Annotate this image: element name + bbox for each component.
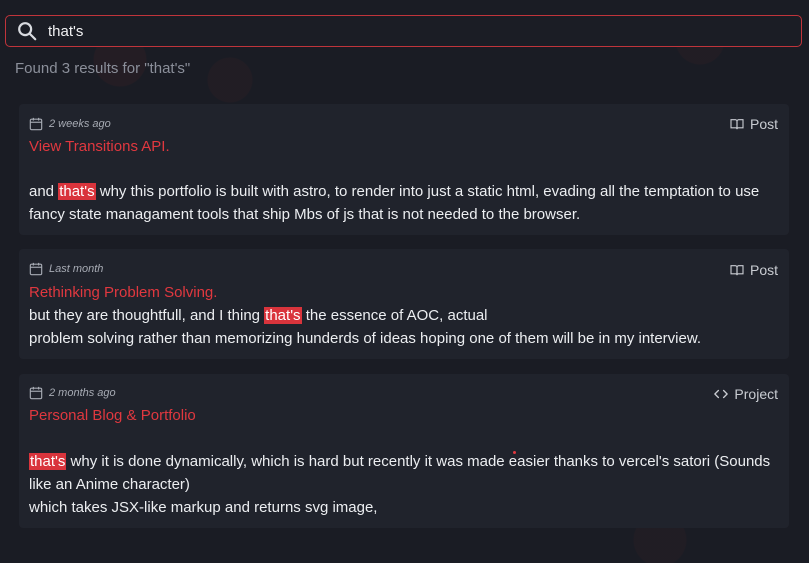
calendar-icon xyxy=(29,262,43,276)
snippet-text: the essence of AOC, actual xyxy=(301,307,488,324)
search-bar[interactable] xyxy=(5,15,802,47)
result-type-label: Post xyxy=(749,116,778,132)
book-icon xyxy=(730,119,744,130)
result-title[interactable]: Personal Blog & Portfolio xyxy=(29,407,196,424)
search-input[interactable] xyxy=(40,15,801,47)
result-date: Last month xyxy=(49,263,104,275)
cursor-dot xyxy=(513,451,516,454)
result-date: 2 months ago xyxy=(49,387,116,399)
book-icon xyxy=(730,265,744,276)
code-icon xyxy=(714,389,729,399)
match-highlight: that's xyxy=(264,307,302,324)
snippet-text: problem solving rather than memorizing h… xyxy=(29,330,702,347)
result-card[interactable]: Last month Post Rethinking Problem Solvi… xyxy=(19,249,789,359)
result-meta: Last month xyxy=(29,262,103,276)
result-card[interactable]: 2 weeks ago Post View Transitions API. a… xyxy=(19,104,789,235)
result-snippet: that's why it is done dynamically, which… xyxy=(29,450,781,519)
calendar-icon xyxy=(29,117,43,131)
snippet-text: why it is done dynamically, which is har… xyxy=(29,453,771,493)
result-snippet: but they are thoughtfull, and I thing th… xyxy=(29,304,781,350)
result-title[interactable]: View Transitions API. xyxy=(29,138,170,155)
result-meta: 2 weeks ago xyxy=(29,117,111,131)
snippet-text: why this portfolio is built with astro, … xyxy=(29,183,760,223)
result-type: Post xyxy=(730,116,778,132)
result-date: 2 weeks ago xyxy=(49,118,111,130)
result-meta: 2 months ago xyxy=(29,386,116,400)
result-title[interactable]: Rethinking Problem Solving. xyxy=(29,284,217,301)
results-count: Found 3 results for "that's" xyxy=(15,60,191,77)
result-type-label: Post xyxy=(749,262,778,278)
result-type: Post xyxy=(730,262,778,278)
result-type-label: Project xyxy=(734,386,778,402)
calendar-icon xyxy=(29,386,43,400)
result-type: Project xyxy=(714,386,778,402)
snippet-text: and xyxy=(29,183,59,200)
result-card[interactable]: 2 months ago Project Personal Blog & Por… xyxy=(19,374,789,528)
result-snippet: and that's why this portfolio is built w… xyxy=(29,180,781,226)
match-highlight: that's xyxy=(58,183,96,200)
snippet-text: which takes JSX-like markup and returns … xyxy=(29,499,378,516)
snippet-text: but they are thoughtfull, and I thing xyxy=(29,307,265,324)
search-icon xyxy=(14,18,40,44)
match-highlight: that's xyxy=(29,453,67,470)
